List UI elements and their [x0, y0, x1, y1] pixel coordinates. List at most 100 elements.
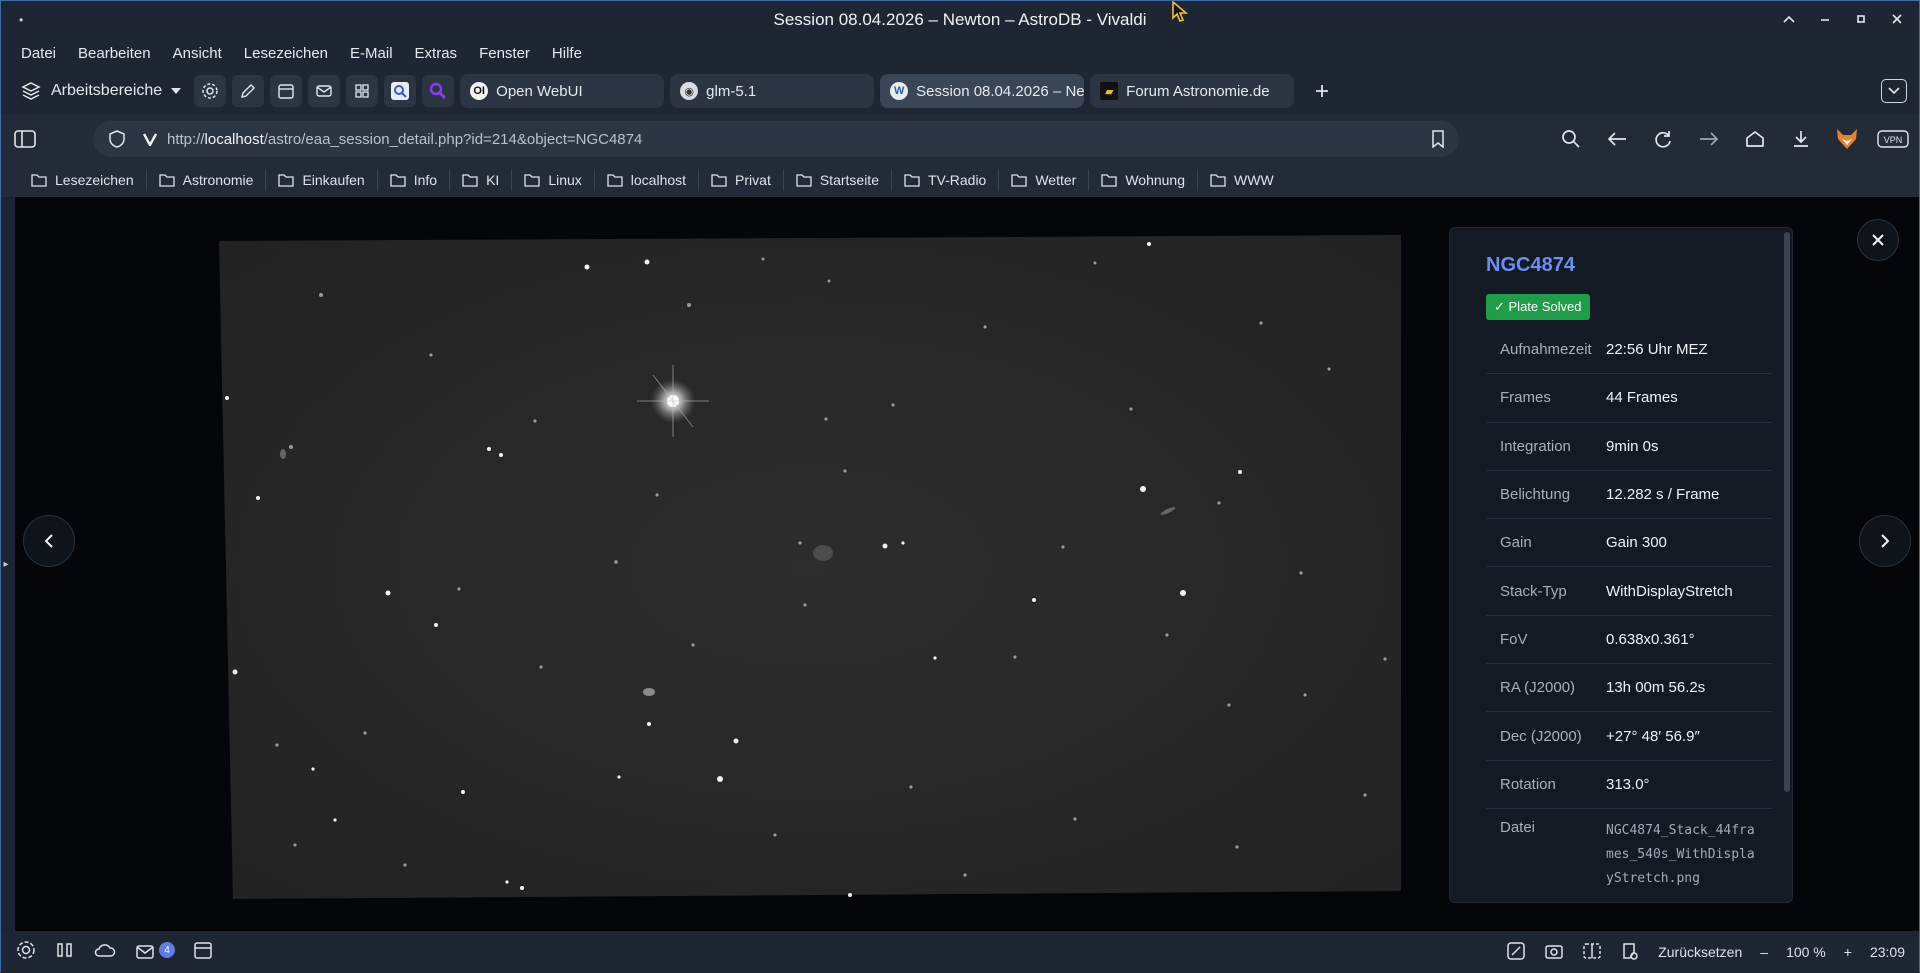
- fox-extension-icon[interactable]: [1831, 123, 1863, 155]
- search-icon[interactable]: [1555, 123, 1587, 155]
- menu-bearbeiten[interactable]: Bearbeiten: [78, 45, 151, 62]
- bookmark-www[interactable]: WWW: [1198, 169, 1286, 191]
- tab-bar: Arbeitsbereiche OI Open WebUI ◉ glm-5.1 WS…: [1, 67, 1919, 115]
- notes-button[interactable]: [232, 75, 265, 107]
- previous-image-button[interactable]: [23, 515, 75, 567]
- bookmark-tv-radio[interactable]: TV-Radio: [892, 169, 1000, 191]
- tab-list-button[interactable]: [1881, 79, 1907, 103]
- window-menu-dot[interactable]: •: [19, 13, 23, 27]
- columns-icon: [57, 942, 72, 957]
- detail-row: Belichtung 12.282 s / Frame: [1486, 471, 1772, 520]
- zoom-out-button[interactable]: –: [1760, 944, 1768, 960]
- screenshot-button[interactable]: [1506, 941, 1526, 964]
- chevron-down-icon: [171, 88, 182, 94]
- gear-icon: [202, 83, 218, 99]
- minimize-icon[interactable]: [1817, 9, 1833, 29]
- detail-row-file: Datei NGC4874_Stack_44frames_540s_WithDis…: [1486, 809, 1772, 902]
- detail-value: 313.0°: [1606, 775, 1650, 793]
- detail-key: Gain: [1500, 534, 1532, 552]
- detail-value: 22:56 Uhr MEZ: [1606, 341, 1708, 359]
- detail-key: Datei: [1500, 818, 1536, 836]
- bookmark-lesezeichen[interactable]: Lesezeichen: [19, 169, 147, 191]
- bookmark-einkaufen[interactable]: Einkaufen: [266, 169, 378, 191]
- home-icon[interactable]: [1739, 123, 1771, 155]
- menu-extras[interactable]: Extras: [415, 45, 458, 62]
- close-lightbox-button[interactable]: [1857, 219, 1899, 261]
- zoom-reset-button[interactable]: Zurücksetzen: [1658, 944, 1742, 960]
- panel-scrollbar[interactable]: [1784, 232, 1790, 792]
- tab-label: Session 08.04.2026 – Newt: [916, 82, 1085, 100]
- browser-window: • Session 08.04.2026 – Newton – AstroDB …: [0, 0, 1920, 973]
- bookmark-wetter[interactable]: Wetter: [999, 169, 1090, 191]
- url-field[interactable]: http://localhost/astro/eaa_session_detai…: [93, 121, 1459, 157]
- bookmark-wohnung[interactable]: Wohnung: [1089, 169, 1199, 191]
- folder-icon: [711, 174, 727, 187]
- menu-hilfe[interactable]: Hilfe: [552, 45, 582, 62]
- bookmark-ki[interactable]: KI: [450, 169, 513, 191]
- mail-button[interactable]: [308, 75, 341, 107]
- search-app-button[interactable]: [384, 75, 417, 107]
- detail-row: Integration 9min 0s: [1486, 423, 1772, 471]
- download-icon[interactable]: [1785, 123, 1817, 155]
- folder-icon: [1210, 174, 1226, 187]
- settings-status-button[interactable]: [15, 939, 37, 966]
- side-panel-toggle[interactable]: ▸: [1, 549, 11, 579]
- search-pinned-button[interactable]: [422, 75, 455, 107]
- tab-session[interactable]: W Session 08.04.2026 – Newt: [880, 74, 1085, 108]
- bookmark-info[interactable]: Info: [378, 169, 451, 191]
- bookmark-privat[interactable]: Privat: [699, 169, 784, 191]
- tab-label: Forum Astronomie.de: [1126, 82, 1270, 100]
- tab-open-webui[interactable]: OI Open WebUI: [460, 74, 665, 108]
- wordpress-icon: W: [890, 82, 909, 100]
- bookmark-startseite[interactable]: Startseite: [784, 169, 892, 191]
- pencil-icon: [241, 84, 256, 98]
- cloud-icon: [94, 943, 116, 957]
- vpn-icon[interactable]: VPN: [1877, 123, 1909, 155]
- panel-toggle-button[interactable]: [13, 127, 37, 156]
- reload-icon[interactable]: [1647, 123, 1679, 155]
- detail-key: Frames: [1500, 389, 1551, 407]
- zoom-in-button[interactable]: +: [1844, 944, 1852, 960]
- settings-button[interactable]: [194, 75, 227, 107]
- gear-icon: [17, 940, 35, 959]
- folder-icon: [607, 174, 623, 187]
- bookmark-icon[interactable]: [1431, 130, 1445, 148]
- detail-value: 44 Frames: [1606, 389, 1678, 407]
- sync-button[interactable]: [93, 941, 117, 964]
- detail-row: RA (J2000) 13h 00m 56.2s: [1486, 664, 1772, 713]
- menu-ansicht[interactable]: Ansicht: [173, 45, 222, 62]
- close-icon: [1872, 234, 1884, 246]
- restore-icon[interactable]: [1781, 9, 1797, 29]
- menu-datei[interactable]: Datei: [21, 45, 56, 62]
- menu-fenster[interactable]: Fenster: [479, 45, 530, 62]
- maximize-icon[interactable]: [1853, 9, 1869, 29]
- menu-lesezeichen[interactable]: Lesezeichen: [244, 45, 328, 62]
- page-actions-button[interactable]: [1620, 941, 1640, 964]
- menu-bar: Datei Bearbeiten Ansicht Lesezeichen E-M…: [1, 39, 1919, 67]
- close-window-icon[interactable]: [1889, 9, 1905, 29]
- detail-value: 12.282 s / Frame: [1606, 486, 1720, 504]
- next-image-button[interactable]: [1859, 515, 1911, 567]
- file-name-value: NGC4874_Stack_44frames_540s_WithDisplayS…: [1606, 822, 1755, 886]
- bookmark-astronomie[interactable]: Astronomie: [147, 169, 267, 191]
- apps-button[interactable]: [346, 75, 379, 107]
- bookmark-linux[interactable]: Linux: [512, 169, 595, 191]
- tab-glm[interactable]: ◉ glm-5.1: [670, 74, 875, 108]
- workspaces-button[interactable]: Arbeitsbereiche: [15, 73, 188, 109]
- tile-button[interactable]: [55, 941, 75, 964]
- calendar-status-button[interactable]: [193, 940, 213, 965]
- back-icon[interactable]: [1601, 123, 1633, 155]
- detail-key: Stack-Typ: [1500, 582, 1567, 600]
- bookmark-localhost[interactable]: localhost: [595, 169, 700, 191]
- forward-icon[interactable]: [1693, 123, 1725, 155]
- vivaldi-v-icon: [143, 133, 157, 146]
- detail-key: Aufnahmezeit: [1500, 341, 1592, 359]
- new-tab-button[interactable]: [1302, 74, 1342, 108]
- menu-email[interactable]: E-Mail: [350, 45, 393, 62]
- page-tiling-button[interactable]: [1582, 942, 1602, 963]
- title-bar: • Session 08.04.2026 – Newton – AstroDB …: [1, 1, 1919, 39]
- camera-button[interactable]: [1544, 942, 1564, 963]
- tab-forum[interactable]: ▰ Forum Astronomie.de: [1090, 74, 1295, 108]
- calendar-button[interactable]: [270, 75, 303, 107]
- mail-status-button[interactable]: 4: [135, 942, 175, 961]
